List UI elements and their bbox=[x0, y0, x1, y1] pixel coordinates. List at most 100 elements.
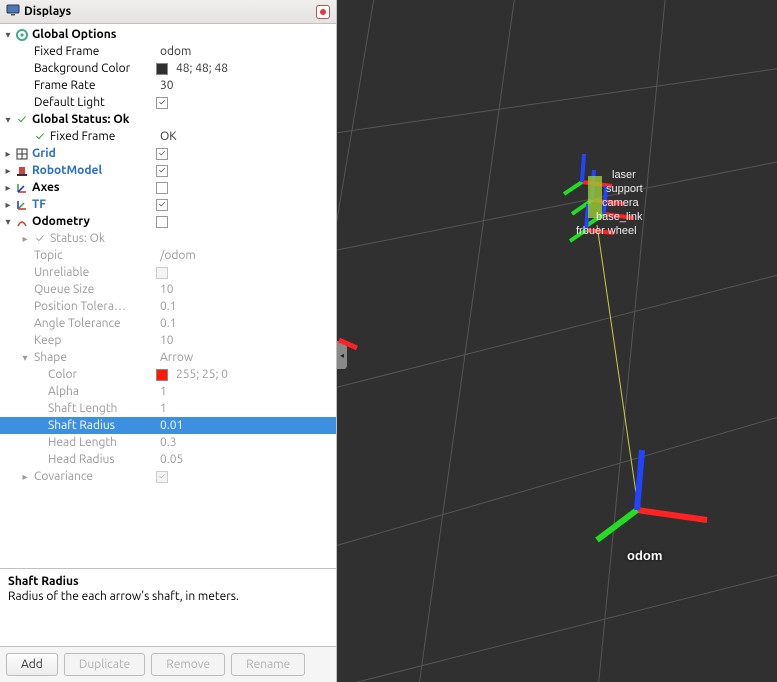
tree-item-odo-covariance[interactable]: ▸Covariance ✓ bbox=[0, 468, 336, 485]
checkbox[interactable]: ✓ bbox=[156, 471, 168, 483]
frame-label: support bbox=[606, 183, 643, 195]
checkbox[interactable] bbox=[156, 267, 168, 279]
remove-button: Remove bbox=[151, 653, 225, 676]
value[interactable]: Arrow bbox=[156, 349, 193, 366]
label: Keep bbox=[32, 332, 61, 349]
value: 48; 48; 48 bbox=[172, 60, 228, 77]
label: Topic bbox=[32, 247, 63, 264]
odom-label: odom bbox=[627, 548, 662, 563]
checkbox[interactable] bbox=[156, 216, 168, 228]
tree-item-odo-head-rad[interactable]: Head Radius 0.05 bbox=[0, 451, 336, 468]
tree-item-odo-shaft-rad[interactable]: Shaft Radius 0.01 bbox=[0, 417, 336, 434]
add-button[interactable]: Add bbox=[6, 653, 58, 676]
value[interactable]: 0.01 bbox=[156, 417, 183, 434]
value[interactable]: 1 bbox=[156, 383, 167, 400]
tree-item-odo-pos-tol[interactable]: Position Tolera… 0.1 bbox=[0, 298, 336, 315]
tree-item-odo-alpha[interactable]: Alpha 1 bbox=[0, 383, 336, 400]
checkbox[interactable]: ✓ bbox=[156, 165, 168, 177]
display-tree[interactable]: ▾ Global Options Fixed Frame odom Backgr… bbox=[0, 24, 336, 568]
label: Color bbox=[46, 366, 77, 383]
value[interactable]: 0.3 bbox=[156, 434, 177, 451]
tree-item-odo-keep[interactable]: Keep 10 bbox=[0, 332, 336, 349]
tree-item-frame-rate[interactable]: Frame Rate 30 bbox=[0, 77, 336, 94]
value[interactable]: 0.1 bbox=[156, 298, 177, 315]
value[interactable]: 30 bbox=[156, 77, 174, 94]
collapse-icon[interactable]: ▾ bbox=[0, 26, 14, 43]
tree-item-odo-unreliable[interactable]: Unreliable bbox=[0, 264, 336, 281]
label: Odometry bbox=[30, 213, 90, 230]
value[interactable]: odom bbox=[156, 43, 191, 60]
tree-item-grid[interactable]: ▸ Grid ✓ bbox=[0, 145, 336, 162]
collapse-icon[interactable]: ▾ bbox=[0, 213, 14, 230]
tree-item-odo-color[interactable]: Color 255; 25; 0 bbox=[0, 366, 336, 383]
tree-item-odo-shaft-len[interactable]: Shaft Length 1 bbox=[0, 400, 336, 417]
displays-panel: Displays ▾ Global Options Fixed Frame od… bbox=[0, 0, 337, 682]
description-title: Shaft Radius bbox=[8, 575, 328, 588]
description-box: Shaft Radius Radius of the each arrow's … bbox=[0, 568, 336, 646]
tree-item-odo-status[interactable]: ▸✓Status: Ok bbox=[0, 230, 336, 247]
odometry-icon bbox=[14, 216, 30, 228]
label: Grid bbox=[30, 145, 56, 162]
tree-item-default-light[interactable]: Default Light ✓ bbox=[0, 94, 336, 111]
tree-item-background-color[interactable]: Background Color 48; 48; 48 bbox=[0, 60, 336, 77]
collapse-icon[interactable]: ▾ bbox=[0, 111, 14, 128]
value[interactable]: 1 bbox=[156, 400, 167, 417]
tree-item-odo-topic[interactable]: Topic /odom bbox=[0, 247, 336, 264]
tree-item-odo-head-len[interactable]: Head Length 0.3 bbox=[0, 434, 336, 451]
scene: odom bbox=[337, 0, 777, 682]
checkbox[interactable]: ✓ bbox=[156, 148, 168, 160]
checkbox[interactable]: ✓ bbox=[156, 199, 168, 211]
label: TF bbox=[30, 196, 46, 213]
tree-item-tf[interactable]: ▸ TF ✓ bbox=[0, 196, 336, 213]
expand-icon[interactable]: ▸ bbox=[0, 179, 14, 196]
value[interactable]: 0.1 bbox=[156, 315, 177, 332]
color-swatch[interactable] bbox=[156, 63, 168, 75]
tree-item-global-status[interactable]: ▾ ✓ Global Status: Ok bbox=[0, 111, 336, 128]
tree-item-odo-ang-tol[interactable]: Angle Tolerance 0.1 bbox=[0, 315, 336, 332]
label: Position Tolera… bbox=[32, 298, 126, 315]
expand-icon[interactable]: ▸ bbox=[18, 230, 32, 247]
tf-icon bbox=[14, 199, 30, 211]
expand-icon[interactable]: ▸ bbox=[0, 162, 14, 179]
rename-button: Rename bbox=[231, 653, 305, 676]
label: Shaft Length bbox=[46, 400, 117, 417]
label: Default Light bbox=[32, 94, 105, 111]
robot-icon bbox=[14, 165, 30, 177]
frame-label: camera bbox=[602, 197, 640, 209]
tree-item-status-fixed-frame[interactable]: ✓Fixed Frame OK bbox=[0, 128, 336, 145]
tree-item-odo-shape[interactable]: ▾Shape Arrow bbox=[0, 349, 336, 366]
collapse-icon[interactable]: ▾ bbox=[18, 349, 32, 366]
value[interactable]: 10 bbox=[156, 281, 174, 298]
label: RobotModel bbox=[30, 162, 102, 179]
gear-icon bbox=[14, 29, 30, 41]
expand-icon[interactable]: ▸ bbox=[18, 468, 32, 485]
frame-label: base_link bbox=[596, 211, 643, 223]
label: Alpha bbox=[46, 383, 79, 400]
color-swatch[interactable] bbox=[156, 369, 168, 381]
tree-item-global-options[interactable]: ▾ Global Options bbox=[0, 26, 336, 43]
value[interactable]: 10 bbox=[156, 332, 174, 349]
expand-icon[interactable]: ▸ bbox=[0, 196, 14, 213]
frame-label: laser bbox=[612, 169, 636, 181]
panel-header: Displays bbox=[0, 0, 336, 24]
label: Shape bbox=[32, 349, 67, 366]
label: Global Options bbox=[30, 26, 116, 43]
value[interactable]: /odom bbox=[156, 247, 196, 264]
label: Queue Size bbox=[32, 281, 94, 298]
value: OK bbox=[156, 128, 177, 145]
value[interactable]: 0.05 bbox=[156, 451, 183, 468]
3d-viewport[interactable]: ◂ odom bbox=[337, 0, 777, 682]
label: Status: Ok bbox=[48, 230, 105, 247]
close-icon[interactable] bbox=[316, 5, 330, 19]
tree-item-robot-model[interactable]: ▸ RobotModel ✓ bbox=[0, 162, 336, 179]
label: Head Length bbox=[46, 434, 117, 451]
tree-item-fixed-frame[interactable]: Fixed Frame odom bbox=[0, 43, 336, 60]
tree-item-odo-queue[interactable]: Queue Size 10 bbox=[0, 281, 336, 298]
expand-icon[interactable]: ▸ bbox=[0, 145, 14, 162]
description-body: Radius of the each arrow's shaft, in met… bbox=[8, 590, 328, 603]
check-icon: ✓ bbox=[32, 230, 48, 247]
tree-item-odometry[interactable]: ▾ Odometry bbox=[0, 213, 336, 230]
checkbox[interactable] bbox=[156, 182, 168, 194]
checkbox[interactable]: ✓ bbox=[156, 97, 168, 109]
tree-item-axes[interactable]: ▸ Axes bbox=[0, 179, 336, 196]
